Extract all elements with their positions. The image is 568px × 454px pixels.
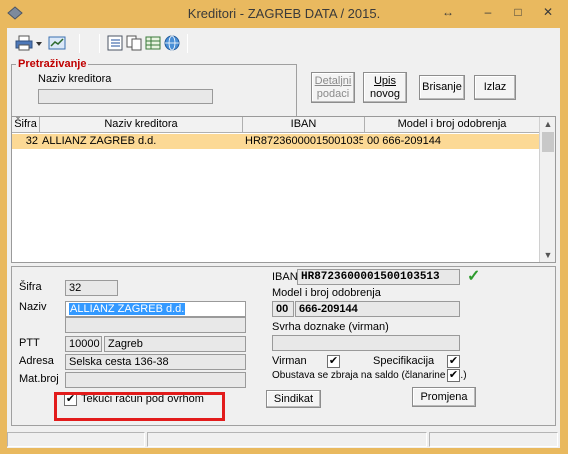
iban-field[interactable]: HR8723600001500103513 bbox=[297, 269, 460, 285]
cell-iban: HR8723600001500103513 bbox=[245, 135, 363, 147]
delete-button[interactable]: Brisanje bbox=[419, 75, 465, 100]
ptt-label: PTT bbox=[19, 337, 40, 349]
new-entry-button-line2: novog bbox=[370, 87, 400, 100]
ptt-city-field[interactable]: Zagreb bbox=[104, 336, 246, 352]
table-icon[interactable] bbox=[145, 35, 161, 51]
adresa-field[interactable]: Selska cesta 136-38 bbox=[65, 354, 246, 370]
cell-naziv: ALLIANZ ZAGREB d.d. bbox=[42, 135, 157, 147]
search-group-title: Pretraživanje bbox=[16, 58, 89, 70]
client-area: Pretraživanje Naziv kreditora Detaljni po… bbox=[7, 28, 560, 448]
cell-model: 00 666-209144 bbox=[367, 135, 442, 147]
obustava-label: Obustava se zbraja na saldo (članarine i… bbox=[272, 370, 467, 381]
model-code-field[interactable]: 00 bbox=[272, 301, 294, 317]
maximize-button[interactable]: □ bbox=[508, 2, 528, 22]
naziv-field-line2[interactable] bbox=[65, 317, 246, 333]
restore-icon[interactable]: ↔ bbox=[440, 2, 456, 22]
print-icon[interactable] bbox=[15, 35, 33, 51]
title-bar[interactable]: Kreditori - ZAGREB DATA / 2015. ↔ – □ ✕ bbox=[0, 0, 568, 27]
model-number-field[interactable]: 666-209144 bbox=[295, 301, 460, 317]
minimize-button[interactable]: – bbox=[478, 2, 498, 22]
cell-sifra: 32 bbox=[25, 135, 38, 147]
dropdown-arrow-icon[interactable] bbox=[35, 35, 43, 51]
toolbar bbox=[7, 28, 560, 58]
syndicate-button[interactable]: Sindikat bbox=[266, 390, 321, 408]
iban-valid-check-icon: ✓ bbox=[467, 268, 481, 285]
close-button[interactable]: ✕ bbox=[537, 2, 559, 22]
highlight-box bbox=[54, 392, 225, 421]
svrha-label: Svrha doznake (virman) bbox=[272, 321, 389, 333]
toolbar-separator bbox=[187, 34, 188, 53]
creditors-table: Šifra Naziv kreditora IBAN Model i broj … bbox=[11, 116, 556, 263]
status-bar bbox=[7, 430, 560, 447]
toolbar-separator bbox=[99, 34, 100, 53]
ptt-code-field[interactable]: 10000 bbox=[65, 336, 102, 352]
details-button-line1: Detaljni bbox=[314, 74, 352, 87]
details-button[interactable]: Detaljni podaci bbox=[311, 72, 355, 103]
svrha-field[interactable] bbox=[272, 335, 460, 351]
new-entry-button-line1: Upis bbox=[373, 74, 396, 87]
scroll-up-icon[interactable]: ▲ bbox=[540, 117, 555, 131]
table-vertical-scrollbar[interactable]: ▲ ▼ bbox=[539, 117, 555, 262]
copy-document-icon[interactable] bbox=[126, 35, 142, 51]
iban-label: IBAN bbox=[272, 271, 298, 283]
scroll-thumb[interactable] bbox=[542, 132, 554, 152]
app-window: Kreditori - ZAGREB DATA / 2015. ↔ – □ ✕ bbox=[0, 0, 568, 454]
adresa-label: Adresa bbox=[19, 355, 54, 367]
obustava-checkbox[interactable]: ✔ bbox=[447, 369, 460, 382]
list-icon[interactable] bbox=[107, 35, 123, 51]
status-panel-3 bbox=[429, 432, 558, 447]
creditor-name-search-input[interactable] bbox=[38, 89, 213, 104]
model-label: Model i broj odobrenja bbox=[272, 287, 381, 299]
table-row[interactable]: 32 ALLIANZ ZAGREB d.d. HR872360000150010… bbox=[12, 134, 540, 149]
exit-button[interactable]: Izlaz bbox=[474, 75, 516, 100]
column-header-model[interactable]: Model i broj odobrenja bbox=[365, 117, 540, 133]
sifra-label: Šifra bbox=[19, 281, 42, 293]
sifra-field[interactable]: 32 bbox=[65, 280, 118, 296]
change-button[interactable]: Promjena bbox=[412, 387, 476, 407]
naziv-label: Naziv bbox=[19, 301, 47, 313]
matbroj-label: Mat.broj bbox=[19, 373, 59, 385]
naziv-selected-text: ALLIANZ ZAGREB d.d. bbox=[69, 303, 186, 315]
column-header-naziv[interactable]: Naziv kreditora bbox=[40, 117, 243, 133]
virman-label: Virman bbox=[272, 355, 307, 367]
spec-label: Specifikacija bbox=[373, 355, 435, 367]
details-button-line2: podaci bbox=[316, 87, 350, 100]
column-header-sifra[interactable]: Šifra bbox=[12, 117, 40, 133]
chart-icon[interactable] bbox=[48, 35, 66, 51]
new-entry-button[interactable]: Upis novog bbox=[363, 72, 407, 103]
creditor-name-label: Naziv kreditora bbox=[38, 73, 112, 85]
spec-checkbox[interactable]: ✔ bbox=[447, 355, 460, 368]
column-header-iban[interactable]: IBAN bbox=[243, 117, 365, 133]
table-header: Šifra Naziv kreditora IBAN Model i broj … bbox=[12, 117, 540, 133]
status-panel-1 bbox=[7, 432, 145, 447]
status-panel-2 bbox=[147, 432, 427, 447]
naziv-field[interactable]: ALLIANZ ZAGREB d.d. bbox=[65, 301, 246, 317]
matbroj-field[interactable] bbox=[65, 372, 246, 388]
globe-icon[interactable] bbox=[164, 35, 180, 51]
virman-checkbox[interactable]: ✔ bbox=[327, 355, 340, 368]
scroll-down-icon[interactable]: ▼ bbox=[540, 248, 555, 262]
toolbar-separator bbox=[79, 34, 80, 53]
